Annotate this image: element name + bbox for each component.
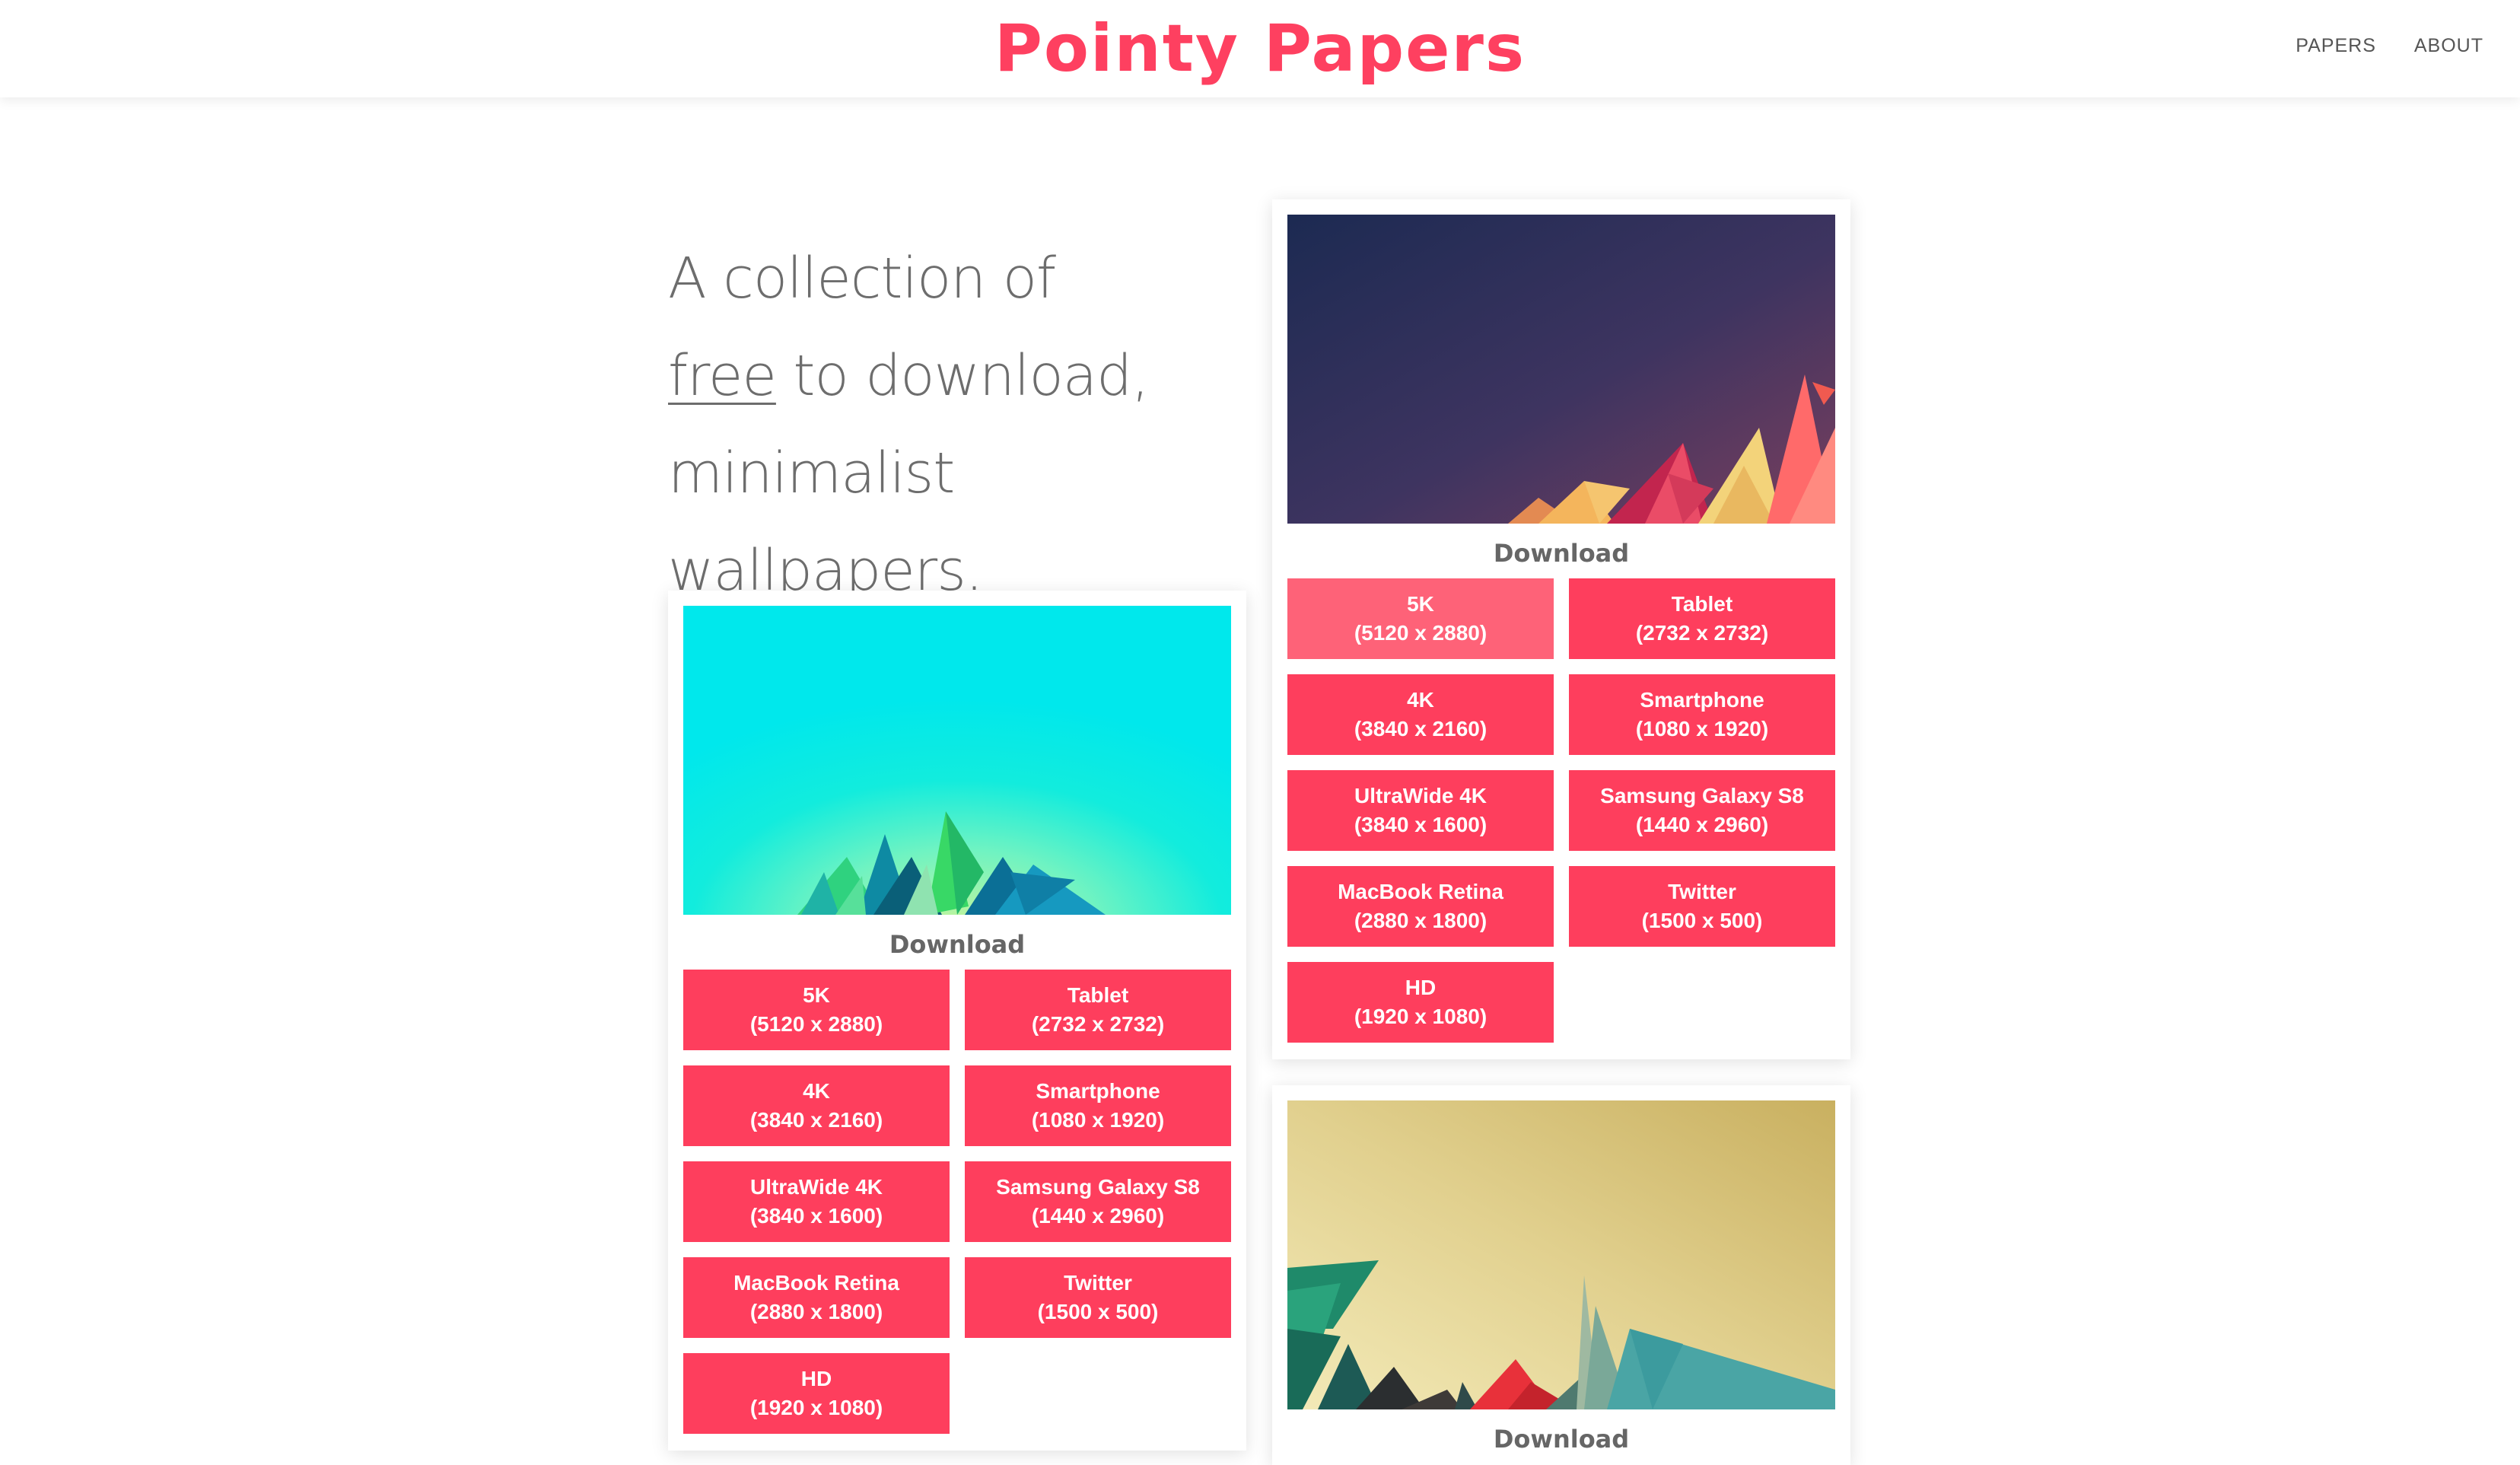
- download-heading: Download: [1493, 539, 1630, 568]
- button-size: (1080 x 1920): [1031, 1108, 1165, 1132]
- download-twitter-button[interactable]: Twitter (1500 x 500): [965, 1257, 1231, 1338]
- button-size: (2880 x 1800): [1354, 909, 1488, 932]
- button-size: (3840 x 2160): [1354, 717, 1488, 740]
- download-smartphone-button[interactable]: Smartphone (1080 x 1920): [1569, 674, 1835, 755]
- wallpaper-card-cyan: Download 5K (5120 x 2880) Tablet (2732 x 2…: [668, 591, 1246, 1451]
- wallpaper-preview-sand[interactable]: [1287, 1100, 1835, 1409]
- wallpaper-card-dusk: Download 5K (5120 x 2880) Tablet (2732 x 2…: [1272, 199, 1850, 1059]
- button-label: Tablet: [1671, 592, 1733, 616]
- button-label: 5K: [1407, 592, 1434, 616]
- button-size: (3840 x 2160): [749, 1108, 883, 1132]
- button-label: UltraWide 4K: [749, 1175, 883, 1199]
- button-size: (1440 x 2960): [1635, 813, 1769, 836]
- button-size: (3840 x 1600): [1354, 813, 1488, 836]
- button-label: HD: [1405, 976, 1437, 999]
- button-label: HD: [800, 1367, 832, 1390]
- button-label: Samsung Galaxy S8: [1600, 784, 1804, 807]
- button-size: (2732 x 2732): [1635, 621, 1769, 645]
- download-smartphone-button[interactable]: Smartphone (1080 x 1920): [965, 1065, 1231, 1146]
- button-size: (5120 x 2880): [749, 1012, 883, 1036]
- download-ultrawide-4k-button[interactable]: UltraWide 4K (3840 x 1600): [1287, 770, 1554, 851]
- tagline-line-2: free to download,: [668, 327, 1262, 425]
- button-size: (1920 x 1080): [749, 1396, 883, 1419]
- button-label: MacBook Retina: [1338, 880, 1503, 903]
- free-link[interactable]: free: [668, 343, 777, 409]
- download-4k-button[interactable]: 4K (3840 x 2160): [1287, 674, 1554, 755]
- download-tablet-button[interactable]: Tablet (2732 x 2732): [965, 970, 1231, 1050]
- nav-link-papers[interactable]: PAPERS: [2296, 35, 2376, 57]
- download-heading: Download: [889, 930, 1026, 959]
- download-hd-button[interactable]: HD (1920 x 1080): [1287, 962, 1554, 1043]
- download-heading: Download: [1493, 1425, 1630, 1454]
- download-galaxy-s8-button[interactable]: Samsung Galaxy S8 (1440 x 2960): [1569, 770, 1835, 851]
- wallpaper-card-sand: Download: [1272, 1085, 1850, 1465]
- button-label: 4K: [1407, 688, 1434, 712]
- download-5k-button[interactable]: 5K (5120 x 2880): [1287, 578, 1554, 659]
- hero-tagline: A collection of free to download, minima…: [668, 230, 1262, 619]
- download-macbook-retina-button[interactable]: MacBook Retina (2880 x 1800): [683, 1257, 950, 1338]
- download-macbook-retina-button[interactable]: MacBook Retina (2880 x 1800): [1287, 866, 1554, 947]
- button-size: (1080 x 1920): [1635, 717, 1769, 740]
- button-label: Smartphone: [1036, 1079, 1160, 1103]
- button-label: Tablet: [1067, 983, 1129, 1007]
- main-nav: PAPERS ABOUT: [2296, 35, 2483, 57]
- nav-link-about[interactable]: ABOUT: [2414, 35, 2483, 57]
- button-label: 5K: [803, 983, 830, 1007]
- site-logo[interactable]: Pointy Papers: [0, 11, 2520, 87]
- site-header: Pointy Papers PAPERS ABOUT: [0, 0, 2520, 97]
- button-size: (5120 x 2880): [1354, 621, 1488, 645]
- button-label: MacBook Retina: [733, 1271, 899, 1295]
- download-4k-button[interactable]: 4K (3840 x 2160): [683, 1065, 950, 1146]
- button-label: Samsung Galaxy S8: [996, 1175, 1200, 1199]
- download-galaxy-s8-button[interactable]: Samsung Galaxy S8 (1440 x 2960): [965, 1161, 1231, 1242]
- button-size: (2880 x 1800): [749, 1300, 883, 1323]
- button-size: (3840 x 1600): [749, 1204, 883, 1228]
- button-size: (1500 x 500): [1037, 1300, 1159, 1323]
- button-label: 4K: [803, 1079, 830, 1103]
- download-twitter-button[interactable]: Twitter (1500 x 500): [1569, 866, 1835, 947]
- button-size: (1500 x 500): [1641, 909, 1763, 932]
- download-hd-button[interactable]: HD (1920 x 1080): [683, 1353, 950, 1434]
- button-label: UltraWide 4K: [1354, 784, 1487, 807]
- button-size: (2732 x 2732): [1031, 1012, 1165, 1036]
- button-size: (1920 x 1080): [1354, 1005, 1488, 1028]
- wallpaper-preview-cyan[interactable]: [683, 606, 1231, 915]
- tagline-line-2-rest: to download,: [775, 343, 1149, 409]
- button-label: Smartphone: [1640, 688, 1764, 712]
- download-ultrawide-4k-button[interactable]: UltraWide 4K (3840 x 1600): [683, 1161, 950, 1242]
- button-label: Twitter: [1668, 880, 1736, 903]
- tagline-line-1: A collection of: [668, 246, 1056, 311]
- download-5k-button[interactable]: 5K (5120 x 2880): [683, 970, 950, 1050]
- wallpaper-preview-dusk[interactable]: [1287, 215, 1835, 524]
- download-tablet-button[interactable]: Tablet (2732 x 2732): [1569, 578, 1835, 659]
- button-label: Twitter: [1064, 1271, 1132, 1295]
- button-size: (1440 x 2960): [1031, 1204, 1165, 1228]
